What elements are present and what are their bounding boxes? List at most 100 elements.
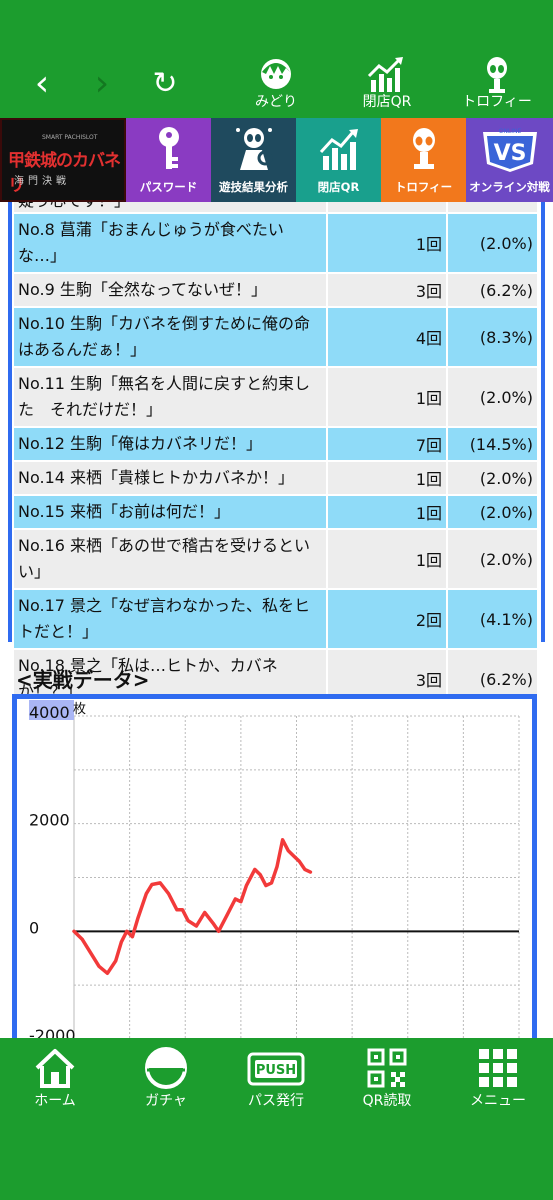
nav-menu[interactable]: メニュー xyxy=(448,1046,548,1112)
table-row: No.12 生駒「俺はカバネリだ！」 7回 (14.5%) xyxy=(14,428,537,462)
table-cell-scene: No.15 来栖「お前は何だ！」 xyxy=(18,502,231,521)
tab-password[interactable]: パスワード xyxy=(126,118,211,202)
top-nav-trophy-label: トロフィー xyxy=(462,94,532,110)
table-cell-scene: No.10 生駒「カバネを倒すために俺の命はあるんだぁ！」 xyxy=(18,314,311,359)
table-cell-count xyxy=(326,202,446,212)
game-logo-title: 甲鉄城のカバネリ xyxy=(8,151,121,196)
play-data-chart: 4000 2000 0 -2000 枚 xyxy=(12,694,537,1038)
top-nav-closing-qr[interactable]: 閉店QR xyxy=(342,54,432,114)
chart-up-icon xyxy=(319,129,358,170)
back-button[interactable]: ‹ xyxy=(22,62,62,106)
tab-play-result-analysis[interactable]: 遊技結果分析 xyxy=(211,118,296,202)
bottom-navigation-bar: ホーム ガチャ PUSH パス発行 QR読取 メニュー xyxy=(0,1038,553,1200)
table-cell-count: 1回 xyxy=(326,214,446,272)
game-menu-bar: SMART PACHISLOT 甲鉄城のカバネリ 海門決戦 パスワード 遊技結果… xyxy=(0,118,553,202)
analysis-icon xyxy=(235,128,272,170)
table-cell-count: 1回 xyxy=(326,462,446,494)
nav-qr-read[interactable]: QR読取 xyxy=(337,1046,437,1112)
character-icon xyxy=(261,59,291,89)
top-nav-closing-qr-label: 閉店QR xyxy=(362,94,412,110)
nav-pass-issue[interactable]: PUSH パス発行 xyxy=(226,1046,326,1112)
table-cell-count: 3回 xyxy=(326,274,446,306)
chart-up-icon xyxy=(367,57,403,92)
nav-gacha-label: ガチャ xyxy=(145,1093,187,1109)
nav-menu-label: メニュー xyxy=(470,1093,526,1109)
tab-online-battle[interactable]: ONLINE VS オンライン対戦 xyxy=(466,118,553,202)
vs-icon-top-text: ONLINE xyxy=(498,128,521,135)
tab-closing-qr[interactable]: 閉店QR xyxy=(296,118,381,202)
table-row: 疑う心です！」 xyxy=(14,202,537,214)
chart-y-tick-label: 2000 xyxy=(29,811,70,830)
table-cell-count: 2回 xyxy=(326,590,446,648)
menu-grid-icon xyxy=(479,1049,517,1087)
tab-trophy[interactable]: トロフィー xyxy=(381,118,466,202)
alien-trophy-icon xyxy=(487,57,507,93)
chart-y-tick-label: 0 xyxy=(29,918,39,937)
table-cell-count: 1回 xyxy=(326,368,446,426)
push-icon-text: PUSH xyxy=(256,1063,296,1078)
home-icon xyxy=(35,1049,75,1088)
chart-series-line xyxy=(72,838,313,976)
game-logo-small-text: SMART PACHISLOT xyxy=(42,134,98,141)
table-cell-percent: (2.0%) xyxy=(446,368,537,426)
table-cell-percent: (2.0%) xyxy=(446,214,537,272)
table-row: No.17 景之「なぜ言わなかった、私をヒトだと！」 2回 (4.1%) xyxy=(14,590,537,650)
table-cell-count: 4回 xyxy=(326,308,446,366)
table-row: No.9 生駒「全然なってないぜ！」 3回 (6.2%) xyxy=(14,274,537,308)
push-icon: PUSH xyxy=(247,1052,305,1086)
game-logo-subtitle: 海門決戦 xyxy=(14,176,70,187)
table-cell-percent: (6.2%) xyxy=(446,274,537,306)
nav-home-label: ホーム xyxy=(34,1093,76,1109)
table-cell-count: 1回 xyxy=(326,496,446,528)
top-nav-midori[interactable]: みどり xyxy=(231,54,321,114)
nav-home[interactable]: ホーム xyxy=(5,1046,105,1112)
table-cell-scene: 疑う心です！」 xyxy=(14,202,326,212)
chart-y-tick-label: 4000 xyxy=(29,703,70,722)
tab-online-battle-label: オンライン対戦 xyxy=(469,180,550,194)
vs-icon-text: VS xyxy=(493,141,526,166)
table-row: No.15 来栖「お前は何だ！」 1回 (2.0%) xyxy=(14,496,537,530)
vs-icon: ONLINE VS xyxy=(482,128,537,172)
table-cell-percent: (2.0%) xyxy=(446,462,537,494)
table-cell-scene: No.12 生駒「俺はカバネリだ！」 xyxy=(18,434,263,453)
top-nav-trophy[interactable]: トロフィー xyxy=(452,54,542,114)
forward-button[interactable]: › xyxy=(82,62,122,106)
tab-trophy-label: トロフィー xyxy=(394,180,453,194)
table-cell-scene: No.17 景之「なぜ言わなかった、私をヒトだと！」 xyxy=(18,596,311,641)
tab-password-label: パスワード xyxy=(139,180,198,194)
tab-analysis-label: 遊技結果分析 xyxy=(219,180,288,194)
table-row: No.14 来栖「貴様ヒトかカバネか！」 1回 (2.0%) xyxy=(14,462,537,496)
nav-gacha[interactable]: ガチャ xyxy=(116,1046,216,1112)
table-row: No.8 菖蒲「おまんじゅうが食べたいな…」 1回 (2.0%) xyxy=(14,214,537,274)
main-content: 疑う心です！」 No.8 菖蒲「おまんじゅうが食べたいな…」1回(2.0%)No… xyxy=(0,202,553,1038)
qr-icon xyxy=(367,1048,407,1088)
top-navigation-bar: ‹ › ↻ みどり 閉店QR トロフィー xyxy=(0,0,553,118)
chart-unit-label: 枚 xyxy=(73,702,86,717)
top-nav-midori-label: みどり xyxy=(255,94,297,110)
play-data-chart-svg: 4000 2000 0 -2000 枚 xyxy=(29,700,520,1038)
table-cell-scene: No.9 生駒「全然なってないぜ！」 xyxy=(18,280,268,299)
tab-closing-qr-label: 閉店QR xyxy=(317,180,360,194)
nav-qr-read-label: QR読取 xyxy=(362,1093,412,1109)
scene-table: 疑う心です！」 No.8 菖蒲「おまんじゅうが食べたいな…」1回(2.0%)No… xyxy=(14,202,537,710)
section-title: <実戦データ> xyxy=(16,668,150,692)
table-cell-percent: (2.0%) xyxy=(446,530,537,588)
table-row: No.11 生駒「無名を人間に戻すと約束した それだけだ！」 1回 (2.0%) xyxy=(14,368,537,428)
table-cell-scene: No.14 来栖「貴様ヒトかカバネか！」 xyxy=(18,468,295,487)
chart-y-tick-label: -2000 xyxy=(29,1026,76,1038)
nav-pass-issue-label: パス発行 xyxy=(248,1093,304,1109)
table-cell-count: 1回 xyxy=(326,530,446,588)
key-icon xyxy=(158,127,179,169)
table-cell-percent: (8.3%) xyxy=(446,308,537,366)
gacha-icon xyxy=(145,1047,187,1089)
table-cell-scene: No.11 生駒「無名を人間に戻すと約束した それだけだ！」 xyxy=(18,374,311,419)
game-logo[interactable]: SMART PACHISLOT 甲鉄城のカバネリ 海門決戦 xyxy=(0,118,126,202)
table-row: No.16 来栖「あの世で稽古を受けるといい」 1回 (2.0%) xyxy=(14,530,537,590)
table-cell-count: 7回 xyxy=(326,428,446,460)
alien-icon xyxy=(412,128,435,169)
table-cell-percent: (4.1%) xyxy=(446,590,537,648)
table-row: No.10 生駒「カバネを倒すために俺の命はあるんだぁ！」 4回 (8.3%) xyxy=(14,308,537,368)
table-cell-scene: No.8 菖蒲「おまんじゅうが食べたいな…」 xyxy=(18,220,284,265)
table-cell-percent xyxy=(446,202,537,212)
reload-button[interactable]: ↻ xyxy=(145,62,185,106)
